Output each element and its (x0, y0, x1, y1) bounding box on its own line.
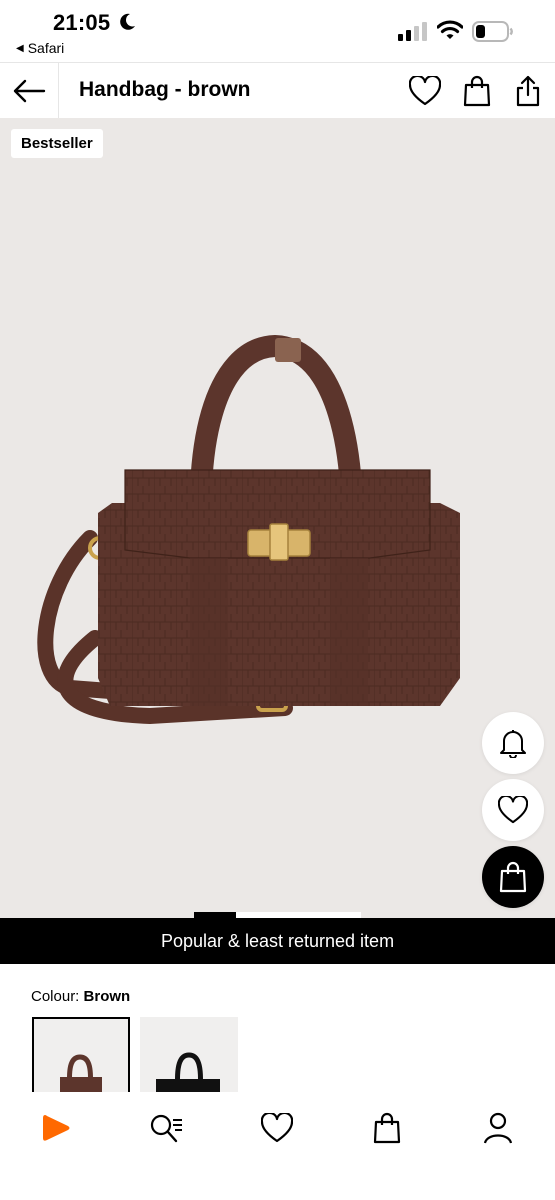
product-image[interactable]: Bestseller (0, 118, 555, 918)
bestseller-badge: Bestseller (11, 129, 103, 158)
promo-banner: Popular & least returned item (0, 918, 555, 964)
back-button[interactable] (0, 63, 59, 118)
wishlist-button[interactable] (407, 73, 443, 109)
share-button[interactable] (510, 73, 546, 109)
battery-icon (472, 21, 513, 42)
swatch-brown[interactable] (32, 1017, 130, 1097)
bottom-nav (0, 1092, 555, 1200)
nav-profile[interactable] (476, 1106, 520, 1150)
back-app-label: Safari (27, 40, 65, 56)
wishlist-icon (261, 1113, 293, 1143)
add-to-wishlist-button[interactable] (482, 779, 544, 841)
back-triangle-icon: ◀ (16, 42, 24, 54)
price-alert-button[interactable] (482, 712, 544, 774)
page-title: Handbag - brown (79, 78, 251, 101)
nav-wishlist[interactable] (255, 1106, 299, 1150)
home-play-icon (43, 1115, 70, 1141)
swatch-black-thumbnail (140, 1017, 238, 1097)
nav-home[interactable] (34, 1106, 78, 1150)
nav-search[interactable] (144, 1106, 188, 1150)
swatch-black[interactable] (140, 1017, 238, 1097)
handbag-illustration (37, 334, 460, 725)
bag-icon (463, 75, 491, 107)
bell-icon (500, 730, 526, 758)
colour-label: Colour: (31, 988, 80, 1005)
nav-bag[interactable] (365, 1106, 409, 1150)
cellular-signal-icon (398, 22, 427, 41)
wifi-icon (437, 20, 463, 39)
add-to-bag-button[interactable] (482, 846, 544, 908)
bag-icon (499, 861, 527, 893)
share-icon (516, 75, 540, 107)
status-time: 21:05 (53, 10, 111, 35)
search-icon (150, 1114, 182, 1143)
app-header: Handbag - brown (0, 62, 555, 119)
heart-icon (498, 796, 528, 824)
swatch-brown-thumbnail (34, 1019, 128, 1095)
bag-icon (373, 1112, 401, 1144)
bag-button[interactable] (459, 73, 495, 109)
heart-icon (409, 76, 441, 106)
back-to-app-link[interactable]: ◀ Safari (16, 40, 64, 56)
moon-icon (120, 13, 135, 30)
colour-value: Brown (83, 988, 131, 1005)
profile-icon (483, 1112, 513, 1144)
back-arrow-icon (13, 79, 46, 102)
colour-row: Colour: Brown (31, 988, 130, 1005)
status-bar: 21:05 ◀ Safari (0, 0, 555, 62)
